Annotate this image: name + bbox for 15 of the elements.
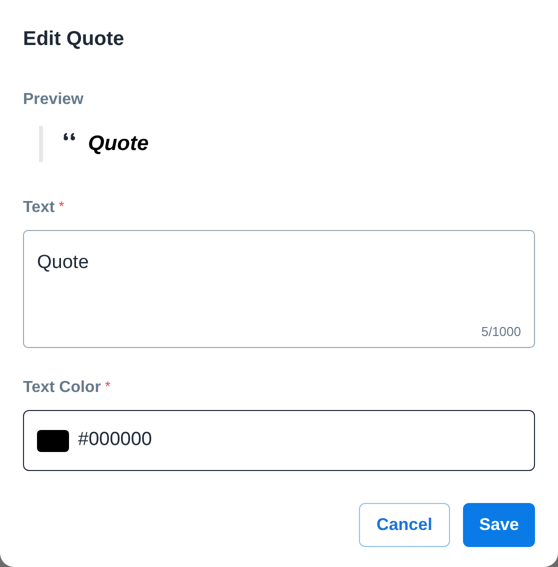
- quote-preview-text: Quote: [88, 131, 149, 158]
- field-label: Text: [23, 198, 55, 218]
- text-value: Quote: [37, 252, 89, 273]
- character-counter: 5/1000: [481, 322, 521, 340]
- preview-label: Preview: [23, 91, 84, 108]
- required-mark: *: [104, 377, 110, 396]
- quote-icon: [63, 132, 76, 141]
- color-input[interactable]: #000000: [23, 410, 535, 471]
- required-mark: *: [58, 197, 64, 216]
- field-label: Text Color: [23, 378, 101, 398]
- color-value: #000000: [78, 428, 152, 452]
- save-button[interactable]: Save: [463, 503, 535, 547]
- cancel-button[interactable]: Cancel: [358, 503, 450, 547]
- dialog-title: Edit Quote: [23, 28, 124, 50]
- text-area[interactable]: Quote 5/1000: [23, 230, 535, 348]
